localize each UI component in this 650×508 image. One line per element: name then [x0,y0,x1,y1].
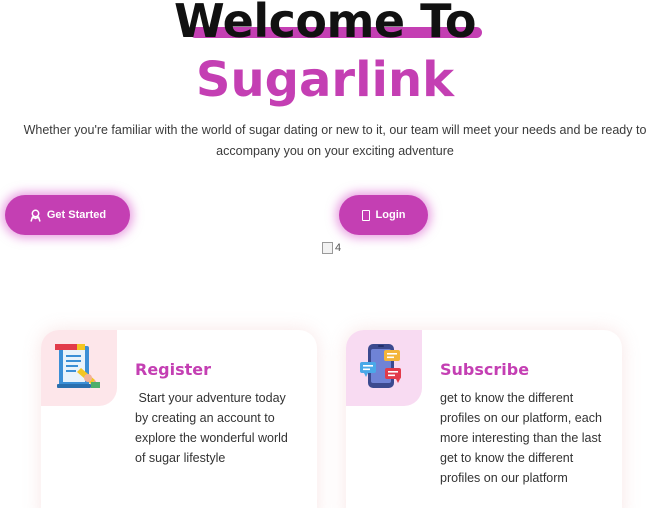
subscribe-icon-tile [346,330,422,406]
hero-title-brand: Sugarlink [195,52,455,108]
subscribe-card-title: Subscribe [440,360,530,379]
hero-title-welcome: Welcome To [174,0,476,48]
get-started-label: Get Started [46,209,107,221]
broken-image-alt: 4 [335,242,342,254]
register-document-icon [55,344,100,388]
broken-image-icon [322,242,333,254]
subscribe-phone-chat-icon [360,344,401,388]
subscribe-card: Subscribe get to know the different prof… [346,330,622,508]
register-card-text: Start your adventure today by creating a… [135,391,292,465]
login-button[interactable]: Login [339,195,428,235]
get-started-button[interactable]: Get Started [5,195,130,235]
broken-image: 4 [322,242,341,254]
register-card: Register Start your adventure today by c… [41,330,317,508]
user-badge-icon [29,209,42,222]
landing-page: Welcome To Sugarlink Whether you're fami… [0,0,650,508]
register-card-title: Register [135,360,212,379]
login-icon [361,209,370,221]
subscribe-card-text: get to know the different profiles on ou… [440,391,606,485]
login-label: Login [375,209,406,221]
register-icon-tile [41,330,117,406]
hero-subtitle: Whether you're familiar with the world o… [23,123,647,158]
